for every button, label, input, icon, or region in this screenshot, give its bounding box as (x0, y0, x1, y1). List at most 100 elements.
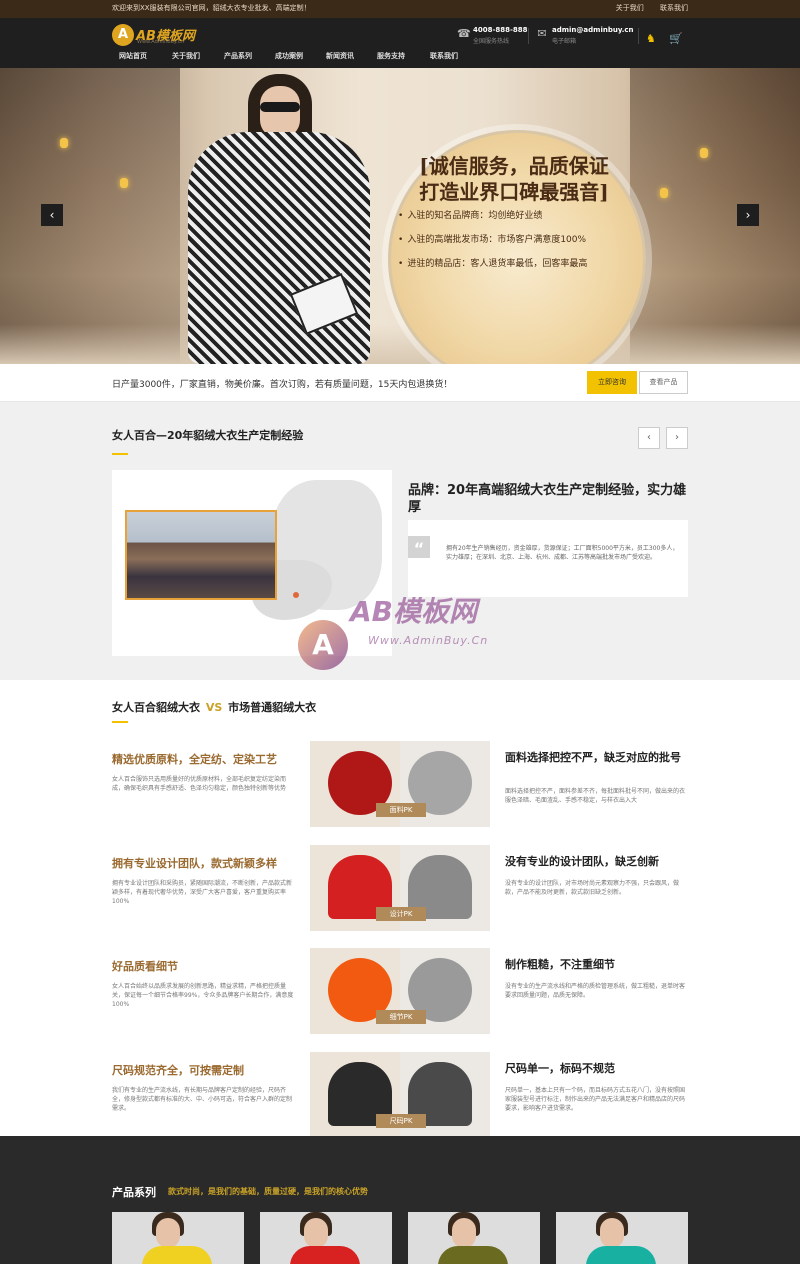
weakness-desc: 面料选择把控不严，面料参差不齐，每批面料批号不同，做出来的衣服色泽暗、毛面渣乱、… (505, 788, 686, 804)
banner-street-left (0, 68, 180, 364)
product-card[interactable] (260, 1212, 392, 1264)
brand-section-title: 女人百合—20年貂绒大衣生产定制经验 (112, 429, 304, 442)
vs-label: VS (205, 701, 223, 714)
advantage-desc: 我们有专业的生产流水线，有长期与品牌客户定制的经验，尺码齐全，修身型款式都有标准… (112, 1087, 293, 1112)
pk-tag: 尺码PK (376, 1114, 426, 1128)
weakness-desc: 尺码单一，基本上只有一个码，而且标码方式五花八门，没有按照国家服装型号进行标注，… (505, 1087, 686, 1112)
product-model-face (452, 1218, 476, 1248)
nav-item-contact[interactable]: 联系我们 (430, 51, 458, 61)
weakness-title: 制作粗糙，不注重细节 (505, 958, 615, 971)
consult-button[interactable]: 立即咨询 (587, 371, 637, 394)
brand-quote-box: “ 拥有20年生产销售经历，资金雄厚，货源保证；工厂面积5000平方米，员工30… (408, 520, 688, 597)
site-header: A AB模板网 Www.AdminBuy.Cn ☎ 4008-888-888 全… (0, 18, 800, 68)
watermark-logo: A AB模板网 Www.AdminBuy.Cn (298, 590, 528, 670)
hero-banner: [诚信服务，品质保证 打造业界口碑最强音] 入驻的知名品牌商：均创绝好业绩 入驻… (0, 68, 800, 364)
top-bar: 欢迎来到XX服装有限公司官网，貂绒大衣专业批发、高端定制！ 关于我们 联系我们 (0, 0, 800, 18)
product-card[interactable] (408, 1212, 540, 1264)
comparison-image: 设计PK (310, 845, 490, 931)
weakness-desc: 没有专业的生产流水线和严格的质检管理系统，做工粗糙，退单时客要求回质量问题，品质… (505, 983, 686, 999)
banner-next-button[interactable]: › (737, 204, 759, 226)
banner-slogan-line1: [诚信服务，品质保证 (419, 154, 609, 178)
advantage-desc: 女人百合服饰只选用质量好的优质原材料，全部毛织复定纺定染而成，确保毛织具有手感舒… (112, 776, 287, 792)
email-address: admin@adminbuy.cn (552, 26, 634, 34)
products-title: 产品系列 (112, 1186, 156, 1199)
nav-item-news[interactable]: 新闻资讯 (326, 51, 354, 61)
comparison-row: 精选优质原料，全定纺、定染工艺 女人百合服饰只选用质量好的优质原材料，全部毛织复… (0, 741, 800, 831)
banner-bullet: 进驻的精品店：客人退货率最低，回客率最高 (398, 256, 638, 269)
street-lamp (660, 188, 668, 198)
comparison-image: 细节PK (310, 948, 490, 1034)
weakness-desc: 没有专业的设计团队，对市场时尚元素观察力不强，只会跟风，做款，产品不能及时更新，… (505, 880, 680, 896)
nav-item-products[interactable]: 产品系列 (224, 51, 252, 61)
comparison-title: 女人百合貂绒大衣 VS 市场普通貂绒大衣 (112, 699, 316, 715)
weakness-title: 面料选择把控不严，缺乏对应的批号 (505, 751, 681, 764)
top-link-contact[interactable]: 联系我们 (660, 4, 688, 12)
view-products-button[interactable]: 查看产品 (639, 371, 688, 394)
comparison-row: 拥有专业设计团队，款式新颖多样 拥有专业设计团队和采购员，紧随国际潮流，不断创新… (0, 845, 800, 935)
brand-prev-button[interactable]: ‹ (638, 427, 660, 449)
advantage-desc: 女人百合始终以品质求发展的创新思路，精益求精，严格把控质量关，保证每一个细节合格… (112, 983, 294, 1008)
watermark-url: Www.AdminBuy.Cn (368, 634, 489, 647)
product-model-face (156, 1218, 180, 1248)
site-logo[interactable]: A AB模板网 Www.AdminBuy.Cn (112, 24, 212, 48)
model-sunglasses (260, 102, 300, 112)
phone-label: 全国服务热线 (473, 38, 510, 45)
weakness-title: 尺码单一，标码不规范 (505, 1062, 615, 1075)
pk-tag: 面料PK (376, 803, 426, 817)
banner-street-right (630, 68, 800, 364)
nav-item-cases[interactable]: 成功案例 (275, 51, 303, 61)
cart-icon[interactable]: 🛒 (669, 33, 683, 45)
quote-icon: “ (408, 536, 430, 558)
welcome-text: 欢迎来到XX服装有限公司官网，貂绒大衣专业批发、高端定制！ (112, 4, 311, 12)
banner-slogan-line2: 打造业界口碑最强音] (419, 180, 609, 204)
watermark-mark: A (298, 620, 348, 670)
comparison-section: 女人百合貂绒大衣 VS 市场普通貂绒大衣 精选优质原料，全定纺、定染工艺 女人百… (0, 680, 800, 1138)
street-lamp (120, 178, 128, 188)
title-underline (112, 453, 128, 455)
banner-bullet: 入驻的高端批发市场：市场客户满意度100% (398, 232, 638, 245)
comparison-title-right: 市场普通貂绒大衣 (228, 701, 317, 714)
advantage-title: 尺码规范齐全，可按需定制 (112, 1064, 244, 1077)
pk-tag: 细节PK (376, 1010, 426, 1024)
pk-tag: 设计PK (376, 907, 426, 921)
comparison-title-left: 女人百合貂绒大衣 (112, 701, 200, 714)
product-coat (290, 1246, 360, 1264)
phone-number: 4008-888-888 (473, 26, 528, 34)
comparison-image: 面料PK (310, 741, 490, 827)
top-link-about[interactable]: 关于我们 (616, 4, 644, 12)
houndstooth-coat (188, 132, 370, 364)
street-lamp (60, 138, 68, 148)
comparison-image: 尺码PK (310, 1052, 490, 1138)
brand-description: 拥有20年生产销售经历，资金雄厚，货源保证；工厂面积5000平方米，员工300多… (446, 545, 679, 561)
team-photo (125, 510, 277, 600)
product-card[interactable] (112, 1212, 244, 1264)
mail-icon: ✉ (537, 27, 547, 40)
logo-subtitle: Www.AdminBuy.Cn (137, 39, 185, 45)
qq-icon[interactable]: ♞ (646, 33, 658, 45)
email-label: 电子邮箱 (552, 38, 577, 45)
advantage-desc: 拥有专业设计团队和采购员，紧随国际潮流，不断创新，产品款式新颖多样，有着现代奢华… (112, 880, 293, 905)
product-coat (142, 1246, 212, 1264)
banner-prev-button[interactable]: ‹ (41, 204, 63, 226)
advantage-title: 拥有专业设计团队，款式新颖多样 (112, 857, 277, 870)
logo-mark: A (112, 24, 134, 46)
header-icons: ♞ 🛒 (646, 27, 687, 46)
nav-item-home[interactable]: 网站首页 (119, 51, 147, 61)
product-card[interactable] (556, 1212, 688, 1264)
products-subtitle: 款式时尚，是我们的基础，质量过硬，是我们的核心优势 (168, 1187, 368, 1196)
brand-next-button[interactable]: › (666, 427, 688, 449)
header-divider (638, 28, 639, 44)
nav-item-about[interactable]: 关于我们 (172, 51, 200, 61)
banner-bullet: 入驻的知名品牌商：均创绝好业绩 (398, 208, 638, 221)
product-model-face (304, 1218, 328, 1248)
model-face (260, 86, 300, 138)
product-model-face (600, 1218, 624, 1248)
product-coat (438, 1246, 508, 1264)
street-lamp (700, 148, 708, 158)
banner-bullets: 入驻的知名品牌商：均创绝好业绩 入驻的高端批发市场：市场客户满意度100% 进驻… (398, 208, 638, 280)
phone-contact: ☎ 4008-888-888 全国服务热线 (457, 26, 528, 45)
info-strip: 日产量3000件，厂家直销，物美价廉。首次订购，若有质量问题，15天内包退换货！… (0, 364, 800, 402)
top-links: 关于我们 联系我们 (602, 3, 688, 13)
nav-item-support[interactable]: 服务支持 (377, 51, 405, 61)
products-section: 产品系列 款式时尚，是我们的基础，质量过硬，是我们的核心优势 (0, 1136, 800, 1264)
